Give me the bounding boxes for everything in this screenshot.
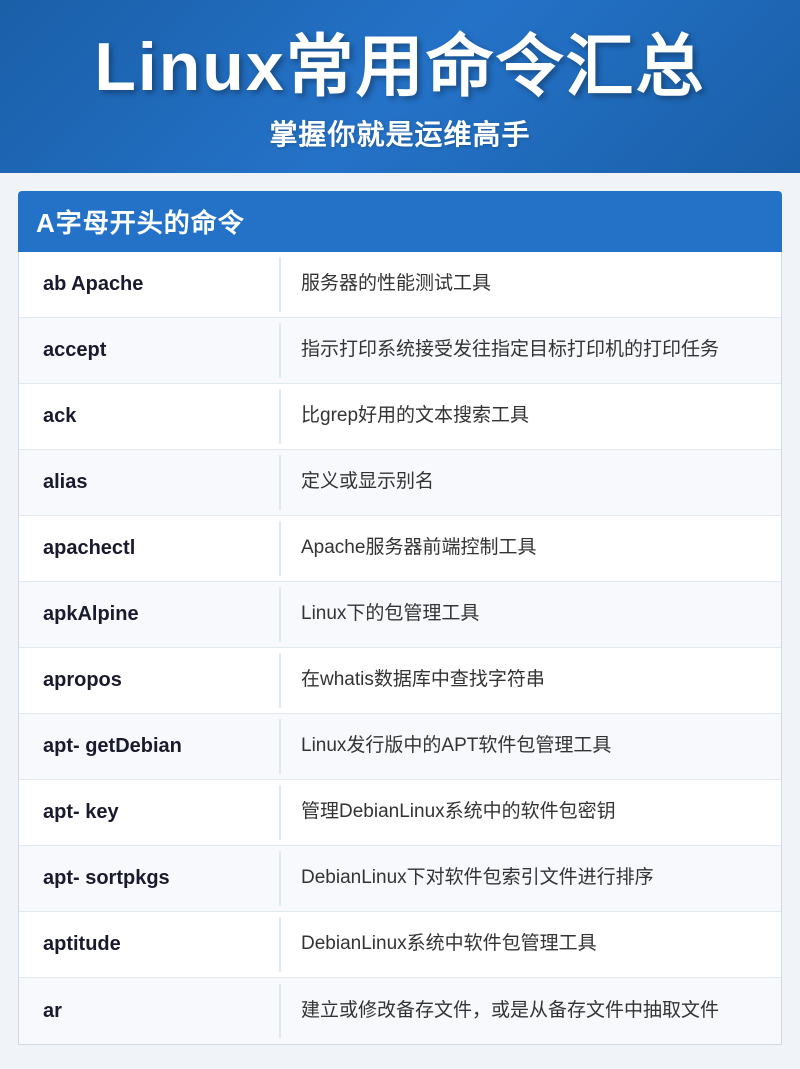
- command-desc: DebianLinux下对软件包索引文件进行排序: [279, 851, 781, 906]
- table-row: apkAlpineLinux下的包管理工具: [19, 582, 781, 648]
- command-name: apt- getDebian: [19, 719, 279, 773]
- command-name: ab Apache: [19, 257, 279, 311]
- sub-title: 掌握你就是运维高手: [40, 113, 760, 153]
- section-header-text: A字母开头的命令: [36, 208, 245, 238]
- table-row: apachectlApache服务器前端控制工具: [19, 516, 781, 582]
- command-desc: 建立或修改备存文件，或是从备存文件中抽取文件: [279, 984, 781, 1039]
- table-row: apropos在whatis数据库中查找字符串: [19, 648, 781, 714]
- command-desc: 定义或显示别名: [279, 455, 781, 510]
- command-desc: 管理DebianLinux系统中的软件包密钥: [279, 785, 781, 840]
- main-title: Linux常用命令汇总: [40, 30, 760, 105]
- table-row: ab Apache服务器的性能测试工具: [19, 252, 781, 318]
- command-desc: 指示打印系统接受发往指定目标打印机的打印任务: [279, 323, 781, 378]
- table-row: ack比grep好用的文本搜索工具: [19, 384, 781, 450]
- command-desc: Linux下的包管理工具: [279, 587, 781, 642]
- content-section: A字母开头的命令 ab Apache服务器的性能测试工具accept指示打印系统…: [0, 173, 800, 1069]
- table-row: apt- sortpkgsDebianLinux下对软件包索引文件进行排序: [19, 846, 781, 912]
- table-row: accept指示打印系统接受发往指定目标打印机的打印任务: [19, 318, 781, 384]
- command-name: apropos: [19, 653, 279, 707]
- command-name: apt- sortpkgs: [19, 851, 279, 905]
- header-section: Linux常用命令汇总 掌握你就是运维高手: [0, 0, 800, 173]
- section-header: A字母开头的命令: [18, 191, 782, 252]
- command-desc: DebianLinux系统中软件包管理工具: [279, 917, 781, 972]
- table-row: alias定义或显示别名: [19, 450, 781, 516]
- table-row: ar建立或修改备存文件，或是从备存文件中抽取文件: [19, 978, 781, 1044]
- command-name: alias: [19, 455, 279, 509]
- command-name: apachectl: [19, 521, 279, 575]
- table-row: aptitudeDebianLinux系统中软件包管理工具: [19, 912, 781, 978]
- command-desc: 在whatis数据库中查找字符串: [279, 653, 781, 708]
- page-container: Linux常用命令汇总 掌握你就是运维高手 A字母开头的命令 ab Apache…: [0, 0, 800, 1069]
- command-name: apkAlpine: [19, 587, 279, 641]
- command-name: apt- key: [19, 785, 279, 839]
- commands-table: ab Apache服务器的性能测试工具accept指示打印系统接受发往指定目标打…: [18, 252, 782, 1045]
- command-name: ar: [19, 984, 279, 1038]
- command-desc: Linux发行版中的APT软件包管理工具: [279, 719, 781, 774]
- table-row: apt- key管理DebianLinux系统中的软件包密钥: [19, 780, 781, 846]
- command-name: accept: [19, 323, 279, 377]
- command-name: ack: [19, 389, 279, 443]
- command-name: aptitude: [19, 917, 279, 971]
- command-desc: Apache服务器前端控制工具: [279, 521, 781, 576]
- command-desc: 服务器的性能测试工具: [279, 257, 781, 312]
- table-row: apt- getDebianLinux发行版中的APT软件包管理工具: [19, 714, 781, 780]
- command-desc: 比grep好用的文本搜索工具: [279, 389, 781, 444]
